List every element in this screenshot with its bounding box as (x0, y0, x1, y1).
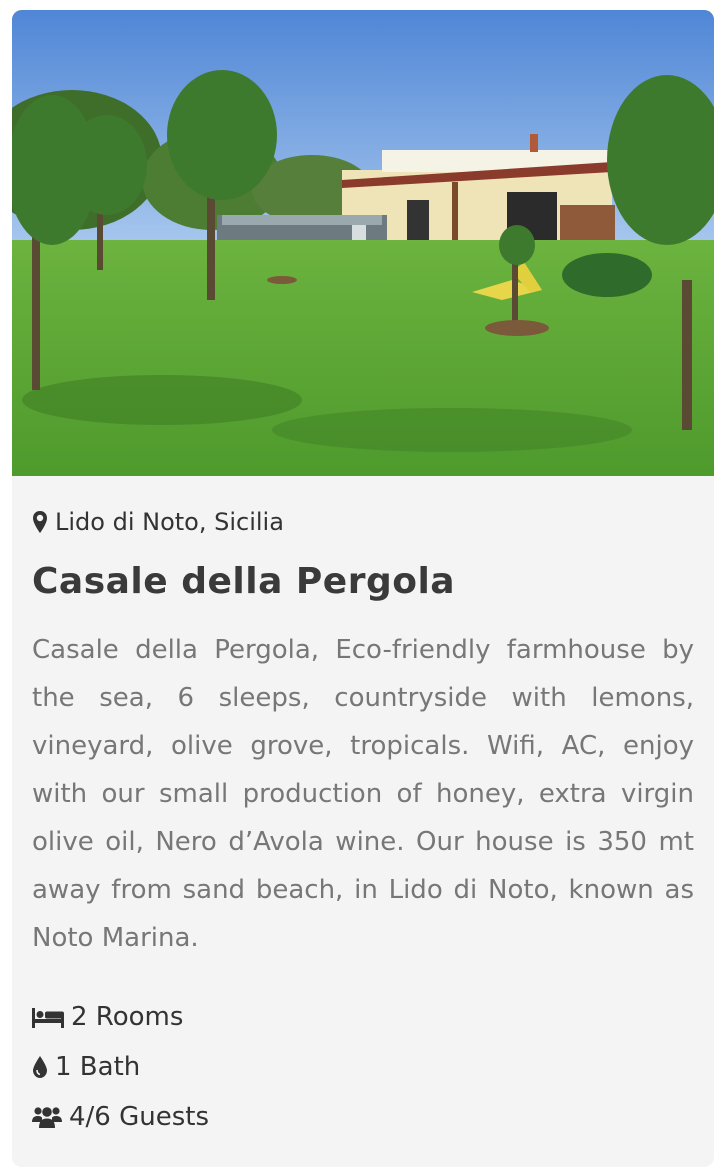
property-card[interactable]: Lido di Noto, Sicilia Casale della Pergo… (12, 10, 714, 1167)
property-description: Casale della Pergola, Eco-friendly farmh… (32, 635, 694, 953)
feature-rooms: 2 Rooms (32, 992, 694, 1042)
feature-guests-label: 4/6 Guests (69, 1102, 210, 1132)
location-text: Lido di Noto, Sicilia (55, 508, 284, 536)
feature-rooms-label: 2 Rooms (71, 1002, 184, 1032)
feature-guests: 4/6 Guests (32, 1092, 694, 1142)
feature-bath: 1 Bath (32, 1042, 694, 1092)
card-body: Lido di Noto, Sicilia Casale della Pergo… (12, 506, 714, 1142)
location-line: Lido di Noto, Sicilia (32, 506, 694, 538)
feature-list: 2 Rooms 1 Bath 4/6 Guests (32, 992, 694, 1142)
users-icon (32, 1105, 62, 1129)
property-title[interactable]: Casale della Pergola (32, 560, 694, 604)
feature-bath-label: 1 Bath (55, 1052, 141, 1082)
bed-icon (32, 1006, 64, 1028)
water-drop-icon (32, 1055, 48, 1079)
property-photo[interactable] (12, 10, 714, 476)
map-marker-icon (32, 510, 48, 534)
